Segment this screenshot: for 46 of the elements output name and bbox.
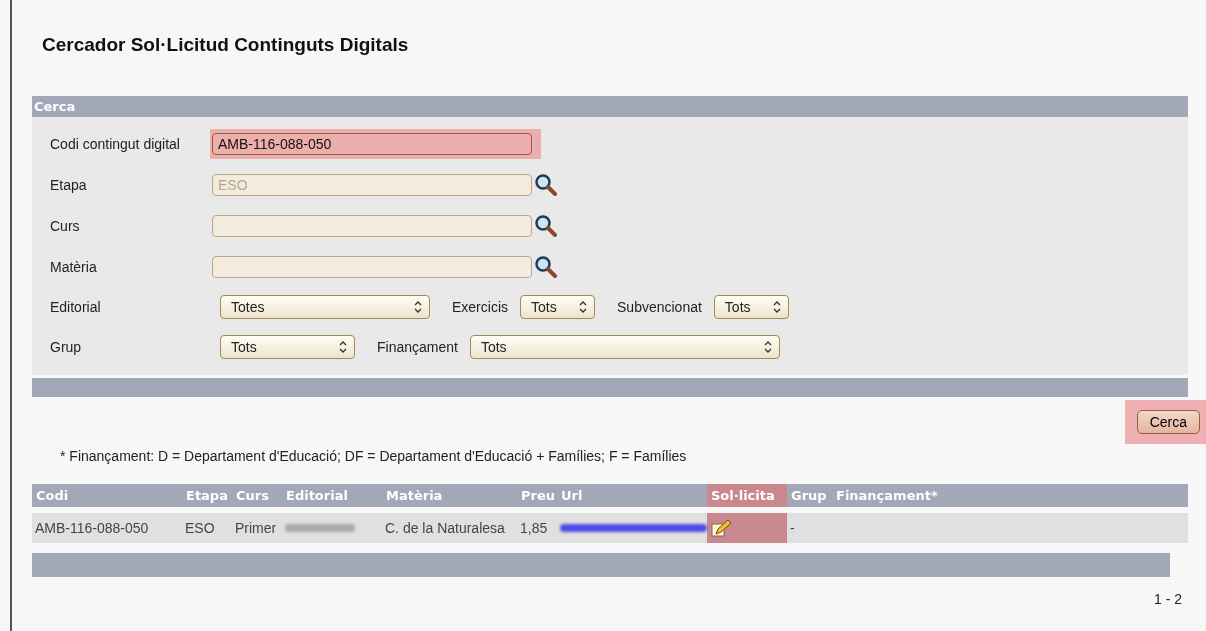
table-cell: Primer: [235, 520, 277, 536]
field-label: Matèria: [50, 258, 98, 275]
search-icon[interactable]: [535, 173, 557, 196]
input-field[interactable]: AMB-116-088-050: [212, 132, 532, 155]
updown-icon: [338, 340, 348, 354]
field-label: Curs: [50, 217, 81, 234]
footnote: * Finançament: D = Departament d'Educació; DF = Departament d'Educació + Famílies; F = Famílies: [60, 448, 688, 464]
page-title: Cercador Sol·Licitud Continguts Digitals: [42, 34, 410, 56]
updown-icon: [578, 300, 588, 314]
table-cell: C. de la Naturalesa: [385, 520, 505, 536]
table-cell: AMB-116-088-050: [35, 520, 149, 536]
field-label: Etapa: [50, 176, 88, 193]
field-label: Codi contingut digital: [50, 135, 181, 152]
table-cell: ESO: [185, 520, 215, 536]
column-header: Sol·licita: [707, 484, 787, 507]
updown-icon: [771, 300, 782, 314]
pagination-text: 1 - 2: [1154, 591, 1182, 607]
field-label: Grup: [50, 339, 83, 355]
section-header: Cerca: [32, 96, 1188, 117]
field-label: Subvencionat: [617, 299, 702, 315]
field-label: Finançament: [377, 339, 458, 355]
column-header: Codi: [35, 487, 70, 505]
table-cell: 1,85: [520, 520, 548, 536]
dropdown[interactable]: Tots: [220, 335, 355, 359]
column-header: Preu: [520, 487, 556, 505]
column-header: Matèria: [385, 487, 444, 505]
column-header: Editorial: [285, 487, 349, 505]
column-header: Grup: [790, 487, 828, 505]
dropdown[interactable]: Totes: [220, 295, 430, 319]
column-header: Url: [560, 487, 584, 505]
blurred-text: [285, 524, 355, 532]
search-button[interactable]: Cerca: [1136, 410, 1200, 434]
table-cell: -: [790, 520, 795, 536]
field-label: Exercicis: [452, 299, 508, 315]
column-header: Etapa: [185, 487, 229, 505]
search-icon[interactable]: [535, 255, 557, 278]
column-header: Finançament*: [835, 487, 939, 505]
dropdown[interactable]: Tots: [469, 335, 780, 359]
dropdown[interactable]: Tots: [520, 295, 595, 319]
field-label: Editorial: [50, 299, 102, 315]
column-header: Curs: [235, 487, 270, 505]
updown-icon: [762, 340, 773, 354]
pencil-icon[interactable]: [710, 518, 732, 538]
search-icon[interactable]: [535, 214, 557, 237]
dropdown[interactable]: Tots: [713, 295, 789, 319]
updown-icon: [413, 300, 423, 314]
